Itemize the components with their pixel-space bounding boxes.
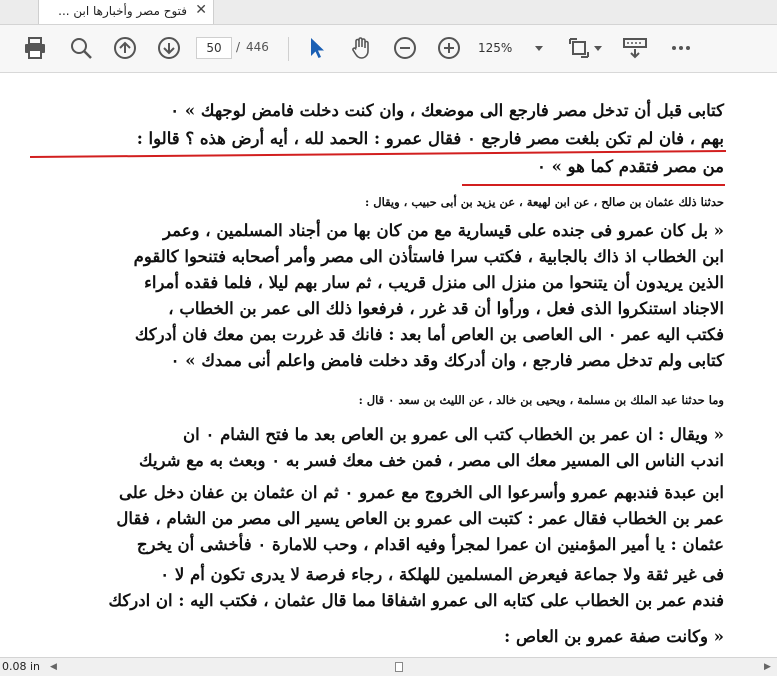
status-bar: 0.08 in ◀ ▶ <box>0 657 777 676</box>
document-page[interactable]: كتابى قبل أن تدخل مصر فارجع الى موضعك ، … <box>0 73 777 657</box>
page-total: 446 <box>246 40 269 54</box>
text-line: عمر بن الخطاب فقال عمر : كتبت الى عمرو ب… <box>116 509 724 528</box>
fit-page-button[interactable] <box>566 35 592 61</box>
zoom-out-button[interactable] <box>392 35 418 61</box>
page-size-readout: 0.08 in <box>2 660 41 673</box>
more-options-button[interactable] <box>668 35 694 61</box>
scroll-right-icon[interactable]: ▶ <box>764 662 771 672</box>
text-line: كتابى ولم تدخل مصر فارجع ، وان أدركك وقد… <box>170 351 724 370</box>
zoom-level-value: 125% <box>478 41 513 55</box>
previous-page-button[interactable] <box>112 35 138 61</box>
plus-circle-icon <box>438 37 460 59</box>
fit-page-icon <box>569 38 589 58</box>
text-line: ابن الخطاب اذ ذاك بالجابية ، فكتب سرا فا… <box>133 247 724 266</box>
text-line: بهم ، فان لم تكن بلغت مصر فارجع ٠ فقال ع… <box>136 129 724 148</box>
text-line: عثمان : يا أمير المؤمنين ان عمرا لمجرأ و… <box>136 535 724 554</box>
more-horizontal-icon <box>672 46 690 50</box>
text-line: « ويقال : ان عمر بن الخطاب كتب الى عمرو … <box>183 425 724 444</box>
tab-title: فتوح مصر وأخبارها ابن ... <box>58 4 187 18</box>
text-line: اندب الناس الى المسير معك الى مصر ، فمن … <box>139 451 724 470</box>
cursor-arrow-icon <box>311 38 324 58</box>
arrow-down-circle-icon <box>158 37 180 59</box>
scroll-mode-icon <box>623 38 647 59</box>
tab-close-icon[interactable]: ✕ <box>195 2 207 18</box>
text-line: « وكانت صفة عمرو بن العاص : <box>504 627 724 646</box>
arrow-up-circle-icon <box>114 37 136 59</box>
text-line: فكتب اليه عمر ٠ الى العاصى بن العاص أما … <box>134 325 724 344</box>
text-line: كتابى قبل أن تدخل مصر فارجع الى موضعك ، … <box>170 101 724 120</box>
zoom-level-dropdown[interactable]: 125% <box>478 37 540 59</box>
text-line: الذين يريدون أن يتنحوا من منزل الى منزل … <box>144 273 724 292</box>
text-line: فى غير ثقة ولا جماعة فيعرض المسلمين للهل… <box>160 565 724 584</box>
horizontal-scrollbar-thumb[interactable] <box>395 662 403 672</box>
text-line: ابن عبدة فندبهم عمرو وأسرعوا الى الخروج … <box>118 483 724 502</box>
annotation-underline <box>462 184 725 186</box>
scroll-mode-button[interactable] <box>622 35 648 61</box>
print-icon <box>25 37 45 59</box>
select-tool-button[interactable] <box>304 35 330 61</box>
print-button[interactable] <box>22 35 48 61</box>
text-line: وما حدثنا عبد الملك بن مسلمة ، ويحيى بن … <box>358 393 724 407</box>
page-number-input[interactable]: 50 <box>196 37 232 59</box>
fit-chevron-down-icon[interactable] <box>594 46 602 51</box>
hand-icon <box>352 37 369 59</box>
document-tab[interactable]: فتوح مصر وأخبارها ابن ... ✕ <box>38 0 214 24</box>
hand-tool-button[interactable] <box>348 35 374 61</box>
text-line: الاجناد استنكروا الذى فعل ، ورأوا أن قد … <box>168 299 724 318</box>
text-line: « بل كان عمرو فى جنده على قيسارية مع من … <box>163 221 724 240</box>
minus-circle-icon <box>394 37 416 59</box>
page-separator: / <box>236 40 241 54</box>
zoom-search-button[interactable] <box>68 35 94 61</box>
search-icon <box>71 38 92 59</box>
toolbar: 50 / 446 125% <box>0 25 777 73</box>
text-line: حدثنا ذلك عثمان بن صالح ، عن ابن لهيعة ،… <box>364 195 724 209</box>
zoom-chevron-down-icon[interactable] <box>535 46 543 51</box>
text-line: من مصر فتقدم كما هو » ٠ <box>536 157 724 176</box>
toolbar-divider <box>288 37 289 61</box>
text-line: فندم عمر بن الخطاب على كتابه الى عمرو اش… <box>108 591 725 610</box>
zoom-in-button[interactable] <box>436 35 462 61</box>
tab-bar: فتوح مصر وأخبارها ابن ... ✕ <box>0 0 777 25</box>
next-page-button[interactable] <box>156 35 182 61</box>
scroll-left-icon[interactable]: ◀ <box>50 662 57 672</box>
